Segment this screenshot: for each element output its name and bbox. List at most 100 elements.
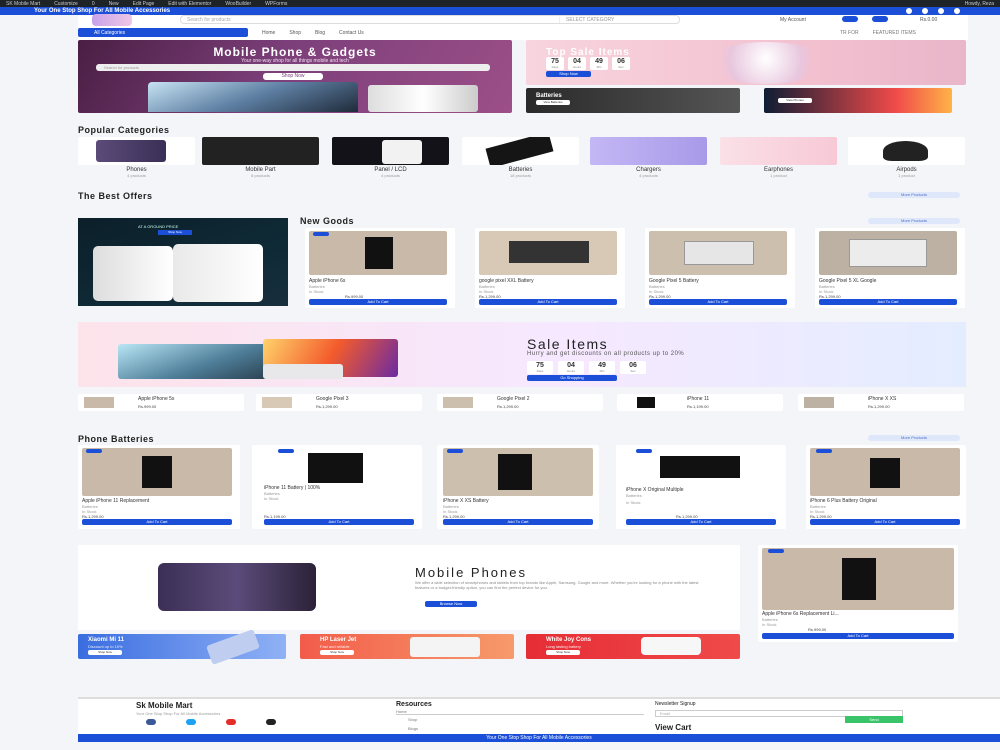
product-image[interactable] — [620, 448, 778, 488]
product-thumb[interactable] — [804, 397, 834, 408]
promo-button[interactable]: Shop Now — [546, 650, 580, 655]
twitter-icon[interactable] — [922, 8, 928, 14]
product-name[interactable]: Apple iPhone 6s — [309, 278, 447, 284]
product-image[interactable] — [810, 448, 960, 496]
product-card[interactable]: Apple iPhone 6s Batteries In Stock Rs.99… — [305, 228, 455, 308]
add-to-cart-button[interactable]: Add To Cart — [810, 519, 960, 525]
facebook-icon[interactable] — [146, 719, 156, 725]
more-products-button[interactable]: More Products — [868, 435, 960, 441]
facebook-icon[interactable] — [906, 8, 912, 14]
mini-product[interactable]: iPhone X XS Rs.1,299.00 — [798, 394, 964, 411]
promo-hp[interactable]: HP Laser Jet Fast and reliable Shop Now — [300, 634, 514, 659]
nav-contact[interactable]: Contact Us — [339, 30, 364, 36]
product-thumb[interactable] — [262, 397, 292, 408]
search-input[interactable]: Search for products — [187, 17, 231, 23]
product-card[interactable]: iPhone X Original Multiple Batteries In … — [616, 445, 786, 529]
product-thumb[interactable] — [637, 397, 655, 408]
mini-product[interactable]: iPhone 11 Rs.1,199.00 — [617, 394, 783, 411]
product-name[interactable]: Google Pixel 5 XL Google — [819, 278, 957, 284]
promo-button[interactable]: View Batteries — [536, 100, 570, 105]
promo-phones[interactable]: View Phones — [764, 88, 952, 113]
promo-joycons[interactable]: White Joy Cons Long lasting battery Shop… — [526, 634, 740, 659]
promo-button[interactable]: Shop Now — [320, 650, 354, 655]
admin-user[interactable]: Howdy, Reza — [965, 1, 994, 7]
category-batteries[interactable] — [462, 137, 579, 165]
footer-link-shop[interactable]: Shop — [408, 717, 417, 722]
promo-xiaomi[interactable]: Xiaomi Mi 11 Discount up to 10% Shop Now — [78, 629, 286, 665]
nav-right-item[interactable]: TR FOR — [840, 30, 859, 36]
admin-item[interactable]: Edit with Elementor — [168, 1, 211, 7]
promo-button[interactable]: Shop Now — [88, 650, 122, 655]
product-image[interactable] — [649, 231, 787, 275]
wishlist-icon[interactable] — [842, 16, 858, 22]
product-image[interactable] — [819, 231, 957, 275]
category-chargers[interactable] — [590, 137, 707, 165]
admin-item[interactable]: SK Mobile Mart — [6, 1, 40, 7]
product-card[interactable]: iPhone 11 Battery | 100% Batteries In St… — [252, 445, 422, 529]
footer-link-home[interactable]: Home — [396, 709, 644, 715]
mini-product[interactable]: Google Pixel 3 Rs.1,299.00 — [256, 394, 422, 411]
product-card[interactable]: iPhone X XS Battery Batteries In Stock R… — [437, 445, 599, 529]
product-name[interactable]: Apple iPhone 6s Replacement Li... — [762, 611, 952, 617]
view-cart-link[interactable]: View Cart — [655, 723, 691, 732]
add-to-cart-button[interactable]: Add To Cart — [309, 299, 447, 305]
category-airpods[interactable] — [848, 137, 965, 165]
admin-item[interactable]: 0 — [92, 1, 95, 7]
category-select[interactable]: SELECT CATEGORY — [559, 16, 679, 23]
category-phones[interactable] — [78, 137, 195, 165]
cart-icon[interactable] — [872, 16, 888, 22]
product-card[interactable]: Apple iPhone 11 Replacement Batteries In… — [78, 445, 240, 529]
product-name[interactable]: Google Pixel 2 — [497, 396, 597, 402]
add-to-cart-button[interactable]: Add To Cart — [762, 633, 954, 639]
admin-item[interactable]: Customize — [54, 1, 78, 7]
newsletter-send-button[interactable]: Send — [845, 716, 903, 723]
my-account-link[interactable]: My Account — [780, 17, 806, 23]
category-panel-lcd[interactable] — [332, 137, 449, 165]
product-name[interactable]: iPhone 11 — [687, 396, 777, 402]
add-to-cart-button[interactable]: Add To Cart — [479, 299, 617, 305]
admin-item[interactable]: WooBuilder — [225, 1, 251, 7]
mini-product[interactable]: Apple iPhone 5s Rs.999.00 — [78, 394, 244, 411]
product-image[interactable] — [443, 448, 593, 496]
hero-search-input[interactable]: Search for products — [96, 64, 490, 71]
admin-item[interactable]: Edit Page — [133, 1, 155, 7]
product-name[interactable]: Google Pixel 5 Battery — [649, 278, 787, 284]
product-name[interactable]: iPhone 11 Battery | 100% — [264, 485, 414, 491]
go-shopping-button[interactable]: Go Shopping — [527, 375, 617, 381]
cart-total[interactable]: Rs.0.00 — [920, 17, 937, 23]
github-icon[interactable] — [266, 719, 276, 725]
product-card[interactable]: google pixel XXL Battery Batteries In St… — [475, 228, 625, 308]
all-categories-button[interactable]: All Categories — [78, 28, 248, 37]
more-products-button[interactable]: More Products — [868, 218, 960, 224]
header-search[interactable]: Search for products SELECT CATEGORY — [180, 15, 680, 24]
product-name[interactable]: iPhone X XS Battery — [443, 498, 593, 504]
product-card[interactable]: iPhone 6 Plus Battery Original Batteries… — [806, 445, 966, 529]
add-to-cart-button[interactable]: Add To Cart — [819, 299, 957, 305]
youtube-icon[interactable] — [226, 719, 236, 725]
product-image[interactable] — [82, 448, 232, 496]
more-products-button[interactable]: More Products — [868, 192, 960, 198]
nav-right-item[interactable]: FEATURED ITEMS — [873, 30, 916, 36]
banner-shop-button[interactable]: Shop Now — [158, 230, 192, 235]
product-name[interactable]: iPhone X Original Multiple — [626, 487, 776, 493]
add-to-cart-button[interactable]: Add To Cart — [264, 519, 414, 525]
browse-now-button[interactable]: Browse Now — [425, 601, 477, 607]
category-mobile-part[interactable] — [202, 137, 319, 165]
youtube-icon[interactable] — [938, 8, 944, 14]
product-image[interactable] — [762, 548, 954, 610]
top-sale-button[interactable]: Shop Now — [546, 71, 591, 77]
product-card[interactable]: Google Pixel 5 XL Google Batteries In St… — [815, 228, 965, 308]
product-name[interactable]: iPhone X XS — [868, 396, 958, 402]
product-name[interactable]: iPhone 6 Plus Battery Original — [810, 498, 960, 504]
product-name[interactable]: Google Pixel 3 — [316, 396, 416, 402]
add-to-cart-button[interactable]: Add To Cart — [649, 299, 787, 305]
nav-shop[interactable]: Shop — [289, 30, 301, 36]
linkedin-icon[interactable] — [954, 8, 960, 14]
site-logo[interactable] — [92, 14, 132, 26]
nav-blog[interactable]: Blog — [315, 30, 325, 36]
promo-batteries[interactable]: Batteries View Batteries — [526, 88, 740, 113]
product-thumb[interactable] — [443, 397, 473, 408]
promo-button[interactable]: View Phones — [778, 98, 812, 103]
add-to-cart-button[interactable]: Add To Cart — [443, 519, 593, 525]
mini-product[interactable]: Google Pixel 2 Rs.1,299.00 — [437, 394, 603, 411]
